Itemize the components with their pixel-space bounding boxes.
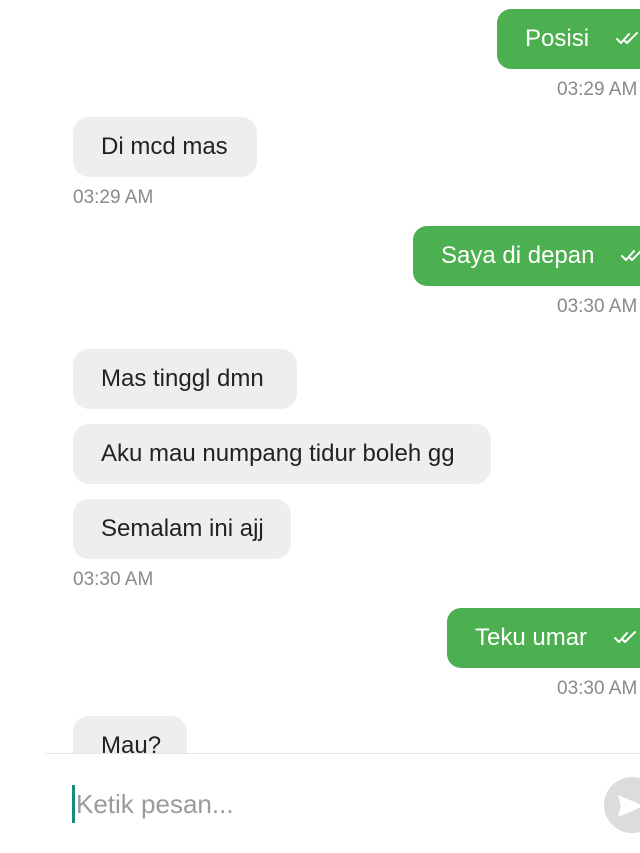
message-bubble-incoming[interactable]: Di mcd mas — [73, 117, 257, 177]
message-input[interactable] — [76, 783, 576, 825]
message-timestamp: 03:30 AM — [557, 678, 638, 699]
message-bubble-incoming[interactable]: Aku mau numpang tidur boleh gg — [73, 424, 491, 484]
message-bubble-outgoing[interactable]: Posisi — [497, 9, 640, 69]
message-text: Aku mau numpang tidur boleh gg — [101, 440, 455, 467]
message-text: Mau? — [101, 732, 162, 753]
message-timestamp: 03:29 AM — [73, 187, 154, 208]
message-timestamp: 03:30 AM — [557, 296, 638, 317]
message-text: Di mcd mas — [101, 133, 228, 160]
message-text: Teku umar — [475, 624, 588, 651]
text-cursor — [72, 785, 75, 823]
message-text: Posisi — [525, 25, 590, 52]
message-bubble-incoming[interactable]: Semalam ini ajj — [73, 499, 291, 559]
message-bubble-incoming[interactable]: Mas tinggl dmn — [73, 349, 297, 409]
message-list[interactable]: Posisi 03:29 AM Di mcd mas 03:29 AM Saya… — [0, 0, 640, 753]
message-bubble-outgoing[interactable]: Teku umar — [447, 608, 640, 668]
double-check-icon — [615, 31, 638, 44]
message-text: Semalam ini ajj — [101, 515, 264, 542]
double-check-icon — [613, 630, 636, 643]
message-timestamp: 03:29 AM — [557, 79, 638, 100]
double-check-icon — [621, 249, 640, 261]
message-timestamp: 03:30 AM — [73, 569, 154, 590]
send-icon — [618, 795, 640, 817]
message-bubble-incoming[interactable]: Mau? — [73, 716, 187, 753]
message-bubble-outgoing[interactable]: Saya di depan — [413, 226, 640, 286]
message-text: Saya di depan — [441, 242, 595, 269]
message-text: Mas tinggl dmn — [101, 365, 264, 392]
